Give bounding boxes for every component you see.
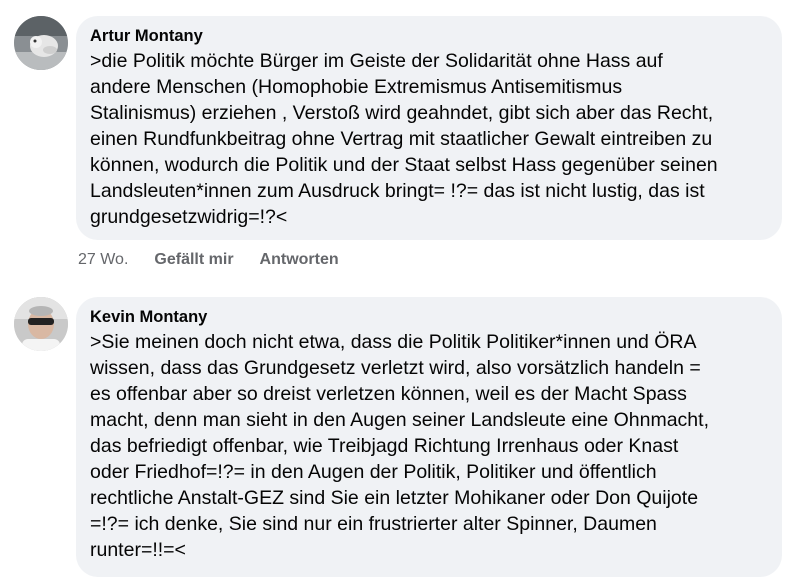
avatar-photo-icon xyxy=(14,297,68,351)
comment-bubble: Artur Montany >die Politik möchte Bürger… xyxy=(76,16,782,240)
like-button[interactable]: Gefällt mir xyxy=(154,251,233,269)
comment-bubble: Kevin Montany >Sie meinen doch nicht etw… xyxy=(76,297,782,577)
comment-text: >Sie meinen doch nicht etwa, dass die Po… xyxy=(90,331,709,561)
comment-author[interactable]: Artur Montany xyxy=(90,25,203,47)
comment-text: >die Politik möchte Bürger im Geiste der… xyxy=(90,50,718,228)
comment-actions: 27 Wo. Gefällt mir Antworten xyxy=(78,251,339,269)
reply-button[interactable]: Antworten xyxy=(260,251,339,269)
comment-timestamp[interactable]: 27 Wo. xyxy=(78,251,128,269)
avatar[interactable] xyxy=(14,16,68,70)
avatar[interactable] xyxy=(14,297,68,351)
comment-author[interactable]: Kevin Montany xyxy=(90,306,207,328)
avatar-photo-icon xyxy=(14,16,68,70)
